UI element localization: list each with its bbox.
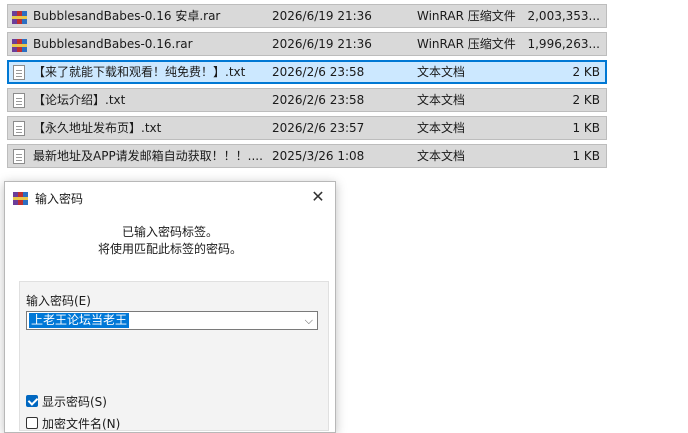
file-name: 最新地址及APP请发邮箱自动获取！！！.... (33, 149, 263, 163)
file-type: 文本文档 (417, 121, 466, 135)
file-size: 2,003,353... (527, 9, 600, 23)
file-row[interactable]: BubblesandBabes-0.16.rar 2026/6/19 21:36 W… (7, 32, 607, 56)
file-date: 2025/3/26 1:08 (272, 149, 365, 163)
password-input[interactable]: 上老王论坛当老王 ⌵ (26, 311, 318, 330)
file-name: 【来了就能下载和观看！纯免费！】.txt (33, 65, 246, 79)
file-date: 2026/6/19 21:36 (272, 37, 372, 51)
file-name: 【论坛介绍】.txt (33, 93, 126, 107)
winrar-app-icon (13, 190, 29, 206)
dialog-titlebar[interactable]: 输入密码 ✕ (5, 182, 335, 212)
file-name: BubblesandBabes-0.16 安卓.rar (33, 9, 221, 23)
encrypt-names-label[interactable]: 加密文件名(N) (42, 415, 120, 432)
file-date: 2026/6/19 21:36 (272, 9, 372, 23)
file-name: 【永久地址发布页】.txt (33, 121, 162, 135)
info-line-1: 已输入密码标签。 (121, 225, 218, 239)
file-row[interactable]: 【永久地址发布页】.txt 2026/2/6 23:57 文本文档 1 KB (7, 116, 607, 140)
dialog-info-text: 已输入密码标签。 将使用匹配此标签的密码。 (5, 224, 335, 258)
file-type: 文本文档 (417, 93, 466, 107)
file-type: WinRAR 压缩文件 (417, 37, 516, 51)
file-size: 1,996,263... (527, 37, 600, 51)
file-row[interactable]: 【论坛介绍】.txt 2026/2/6 23:58 文本文档 2 KB (7, 88, 607, 112)
file-size: 1 KB (572, 149, 600, 163)
text-file-icon (13, 149, 25, 164)
file-size: 2 KB (572, 65, 600, 79)
file-row[interactable]: BubblesandBabes-0.16 安卓.rar 2026/6/19 21:… (7, 4, 607, 28)
file-size: 1 KB (572, 121, 600, 135)
file-type: 文本文档 (417, 65, 466, 79)
text-file-icon (13, 65, 25, 80)
text-file-icon (13, 121, 25, 136)
file-row[interactable]: 【来了就能下载和观看！纯免费！】.txt 2026/2/6 23:58 文本文档 2 … (7, 60, 607, 84)
dialog-title: 输入密码 (35, 192, 84, 206)
chevron-down-icon[interactable]: ⌵ (305, 313, 313, 328)
file-date: 2026/2/6 23:58 (272, 65, 365, 79)
file-row[interactable]: 最新地址及APP请发邮箱自动获取！！！.... 2025/3/26 1:08 文本文… (7, 144, 607, 168)
file-type: WinRAR 压缩文件 (417, 9, 516, 23)
password-label: 输入密码(E) (26, 294, 91, 308)
encrypt-names-checkbox[interactable] (26, 417, 38, 429)
rar-file-icon (12, 37, 28, 53)
text-file-icon (13, 93, 25, 108)
file-type: 文本文档 (417, 149, 466, 163)
file-size: 2 KB (572, 93, 600, 107)
show-password-label[interactable]: 显示密码(S) (42, 393, 107, 410)
close-icon[interactable]: ✕ (305, 185, 331, 209)
rar-file-icon (12, 9, 28, 25)
file-list: BubblesandBabes-0.16 安卓.rar 2026/6/19 21:… (7, 4, 607, 172)
password-dialog: 输入密码 ✕ 已输入密码标签。 将使用匹配此标签的密码。 输入密码(E) 上老王… (4, 181, 336, 433)
info-line-2: 将使用匹配此标签的密码。 (97, 242, 242, 256)
password-value: 上老王论坛当老王 (29, 313, 130, 328)
password-panel: 输入密码(E) 上老王论坛当老王 ⌵ 显示密码(S) 加密文件名(N) (19, 281, 329, 431)
show-password-checkbox[interactable] (26, 395, 38, 407)
file-date: 2026/2/6 23:58 (272, 93, 365, 107)
file-date: 2026/2/6 23:57 (272, 121, 365, 135)
file-name: BubblesandBabes-0.16.rar (33, 37, 193, 51)
